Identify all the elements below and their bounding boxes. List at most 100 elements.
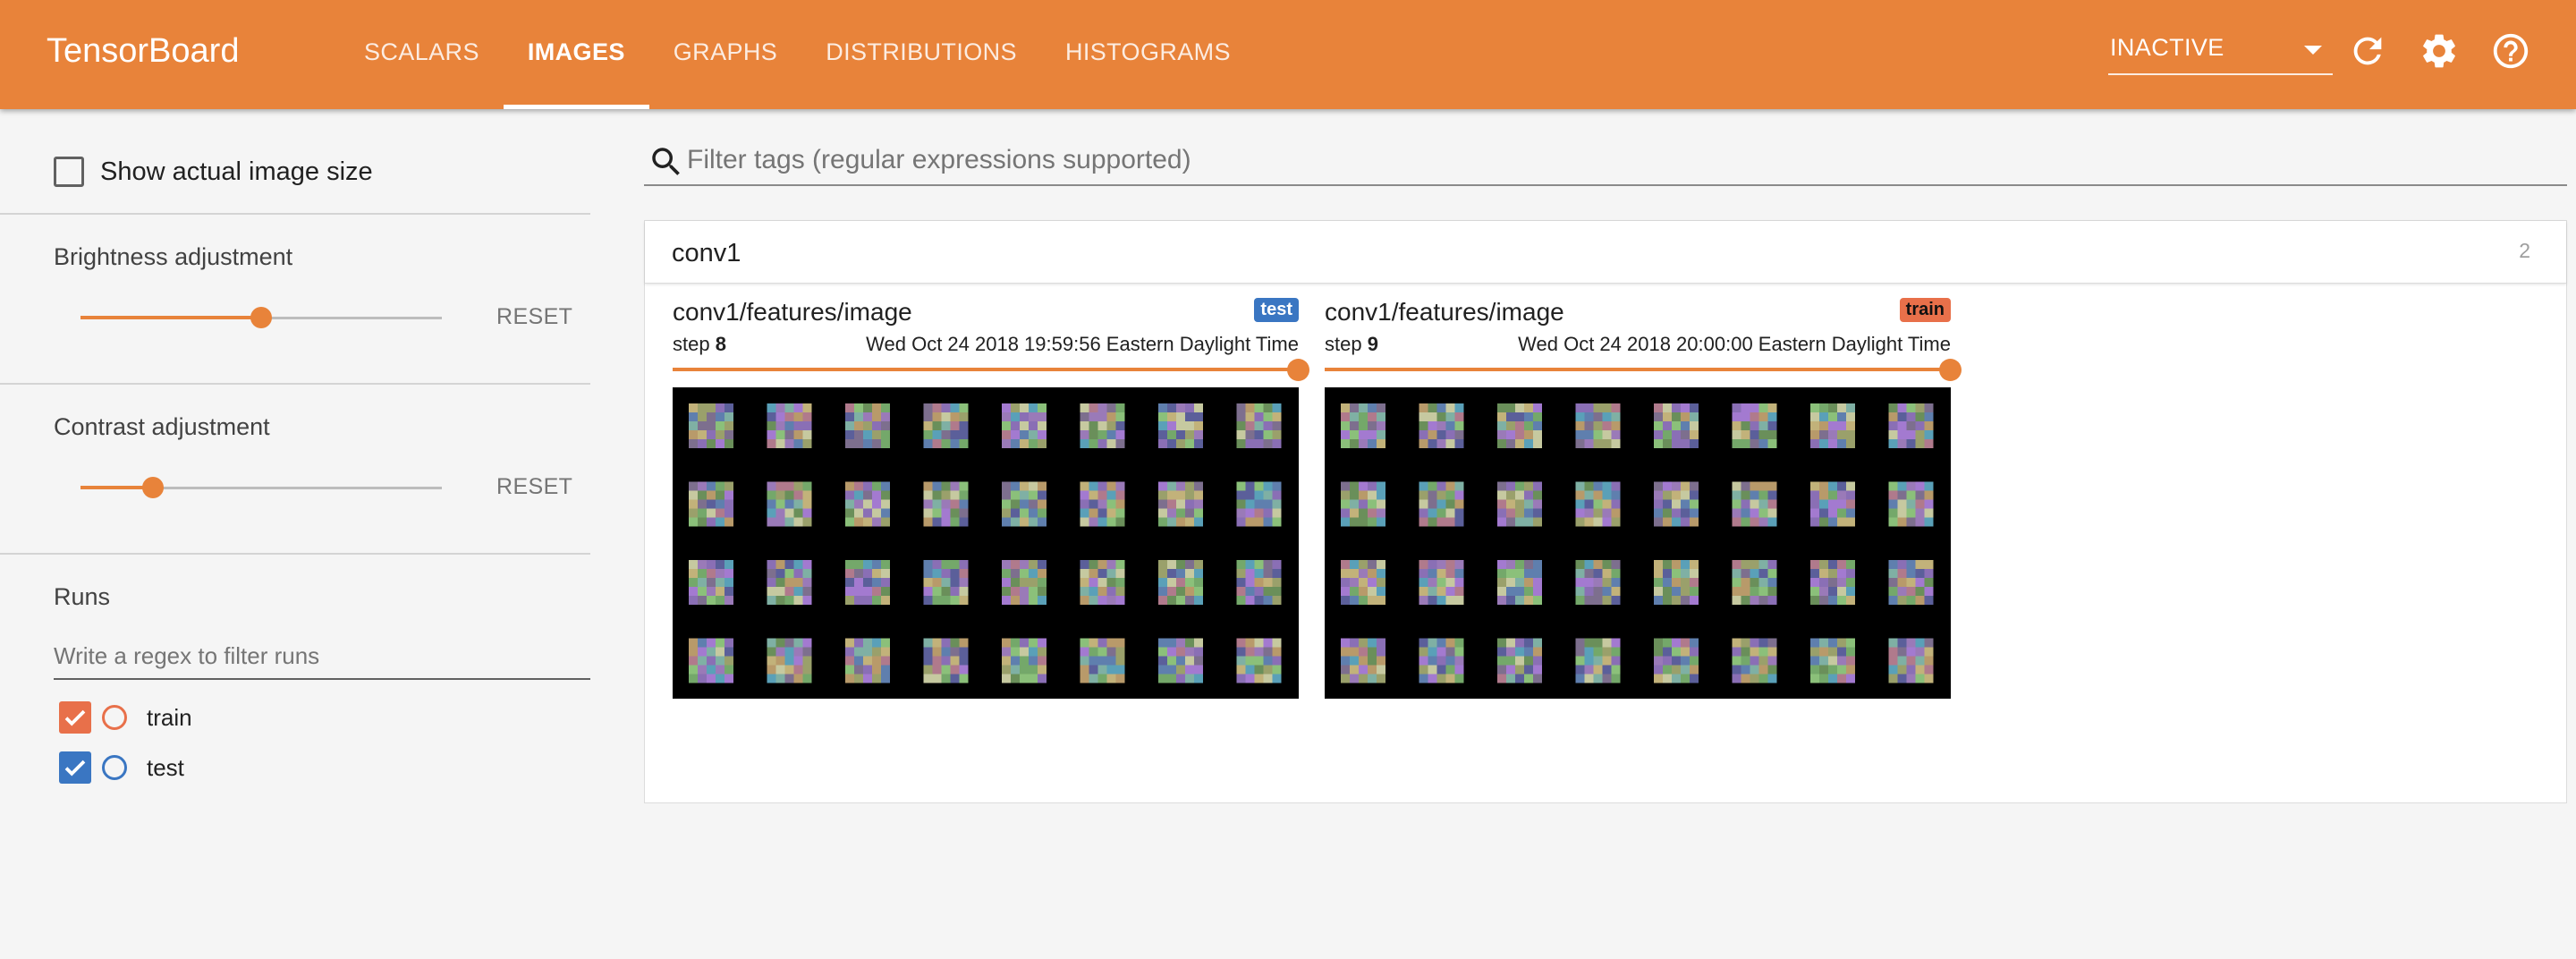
slider-thumb[interactable]: [250, 307, 272, 328]
show-actual-size-checkbox[interactable]: Show actual image size: [54, 154, 373, 190]
run-train-checkbox[interactable]: [59, 701, 91, 734]
feature-map-tile: [1732, 481, 1777, 527]
feature-map-tile: [1888, 560, 1934, 605]
tag-group-title: conv1: [672, 239, 741, 267]
brightness-title: Brightness adjustment: [54, 243, 293, 270]
brightness-slider[interactable]: [80, 304, 442, 331]
wall-time: Wed Oct 24 2018 19:59:56 Eastern Dayligh…: [866, 333, 1299, 355]
feature-map-tile: [767, 560, 812, 605]
feature-map-tile: [1654, 481, 1699, 527]
runs-filter-input[interactable]: Write a regex to filter runs: [54, 637, 590, 680]
settings-gear-icon[interactable]: [2419, 30, 2460, 72]
tag-filter-input[interactable]: Filter tags (regular expressions support…: [687, 145, 1191, 175]
feature-map-tile: [1002, 638, 1046, 683]
feature-map-tile: [1080, 403, 1125, 448]
tab-images[interactable]: IMAGES: [503, 0, 649, 109]
feature-map-tile: [689, 560, 733, 605]
checkmark-icon: [64, 760, 86, 777]
feature-map-tile: [767, 638, 812, 683]
chevron-down-icon: [2304, 46, 2322, 55]
app-title[interactable]: TensorBoard: [47, 32, 239, 71]
contrast-reset-button[interactable]: RESET: [496, 474, 572, 500]
step-slider[interactable]: [673, 359, 1309, 381]
feature-map-tile: [923, 403, 969, 448]
refresh-icon[interactable]: [2347, 30, 2388, 72]
show-actual-size-label: Show actual image size: [100, 157, 373, 186]
tab-graphs[interactable]: GRAPHS: [649, 0, 801, 109]
feature-map-tile: [845, 481, 890, 527]
top-toolbar: TensorBoard SCALARS IMAGES GRAPHS DISTRI…: [0, 0, 2576, 109]
image-tag-name: conv1/features/image: [1325, 298, 1564, 326]
inactive-dashboards-dropdown[interactable]: INACTIVE: [2108, 30, 2333, 75]
feature-map-tile: [1888, 481, 1934, 527]
image-panel-train: conv1/features/image train step 9 Wed Oc…: [1325, 298, 1962, 699]
slider-fill: [80, 316, 261, 319]
feature-map-tile: [845, 638, 890, 683]
feature-map-tile: [1419, 481, 1464, 527]
feature-map-tile: [1158, 638, 1203, 683]
sidebar-divider: [0, 383, 590, 385]
feature-grid: [689, 403, 1282, 683]
feature-map-tile: [1497, 560, 1542, 605]
feature-map-tile: [1419, 560, 1464, 605]
step-word: step: [1325, 333, 1362, 355]
feature-map-tile: [689, 481, 733, 527]
feature-map-tile: [1080, 481, 1125, 527]
feature-map-tile: [1419, 638, 1464, 683]
feature-image[interactable]: [1325, 387, 1951, 699]
tag-group-count: 2: [2519, 239, 2530, 262]
brightness-reset-button[interactable]: RESET: [496, 304, 572, 330]
feature-map-tile: [1002, 403, 1046, 448]
feature-map-tile: [1810, 560, 1855, 605]
feature-map-tile: [1080, 638, 1125, 683]
tab-histograms[interactable]: HISTOGRAMS: [1041, 0, 1255, 109]
image-tag-name: conv1/features/image: [673, 298, 912, 326]
run-color-circle-icon[interactable]: [102, 705, 127, 730]
feature-map-tile: [1158, 403, 1203, 448]
help-icon[interactable]: [2490, 30, 2531, 72]
step-value: 9: [1367, 333, 1378, 355]
step-slider[interactable]: [1325, 359, 1962, 381]
feature-map-tile: [1810, 481, 1855, 527]
contrast-slider[interactable]: [80, 474, 442, 501]
sidebar: Show actual image size Brightness adjust…: [0, 109, 590, 959]
feature-map-tile: [1654, 638, 1699, 683]
feature-map-tile: [923, 638, 969, 683]
contrast-title: Contrast adjustment: [54, 413, 270, 440]
run-badge: train: [1899, 298, 1951, 322]
slider-thumb[interactable]: [141, 477, 164, 498]
feature-map-tile: [1732, 403, 1777, 448]
feature-map-tile: [1732, 638, 1777, 683]
feature-map-tile: [1158, 481, 1203, 527]
checkbox-unchecked-icon[interactable]: [54, 157, 84, 187]
feature-map-tile: [1341, 560, 1385, 605]
feature-map-tile: [845, 403, 890, 448]
sidebar-divider: [0, 553, 590, 555]
feature-map-tile: [1080, 560, 1125, 605]
feature-map-tile: [1158, 560, 1203, 605]
feature-image[interactable]: [673, 387, 1299, 699]
tab-distributions[interactable]: DISTRIBUTIONS: [801, 0, 1041, 109]
tag-group-card: conv1 2 conv1/features/image test step 8…: [644, 220, 2567, 803]
feature-map-tile: [1888, 403, 1934, 448]
step-value: 8: [715, 333, 726, 355]
feature-map-tile: [1810, 403, 1855, 448]
feature-map-tile: [1575, 481, 1621, 527]
tag-group-header[interactable]: conv1 2: [645, 221, 2566, 284]
dashboard-tabs: SCALARS IMAGES GRAPHS DISTRIBUTIONS HIST…: [340, 0, 1255, 109]
run-name-label: test: [147, 753, 184, 781]
feature-map-tile: [923, 560, 969, 605]
run-color-circle-icon[interactable]: [102, 755, 127, 780]
tag-filter: Filter tags (regular expressions support…: [644, 141, 2567, 186]
feature-map-tile: [1575, 560, 1621, 605]
slider-thumb[interactable]: [1939, 359, 1962, 381]
feature-map-tile: [845, 560, 890, 605]
runs-title: Runs: [54, 583, 111, 610]
slider-thumb[interactable]: [1287, 359, 1309, 381]
tab-scalars[interactable]: SCALARS: [340, 0, 504, 109]
run-test-checkbox[interactable]: [59, 751, 91, 784]
wall-time: Wed Oct 24 2018 20:00:00 Eastern Dayligh…: [1518, 333, 1951, 355]
run-item-test: test: [59, 750, 184, 785]
slider-track: [673, 368, 1299, 371]
image-panel-test: conv1/features/image test step 8 Wed Oct…: [673, 298, 1309, 699]
